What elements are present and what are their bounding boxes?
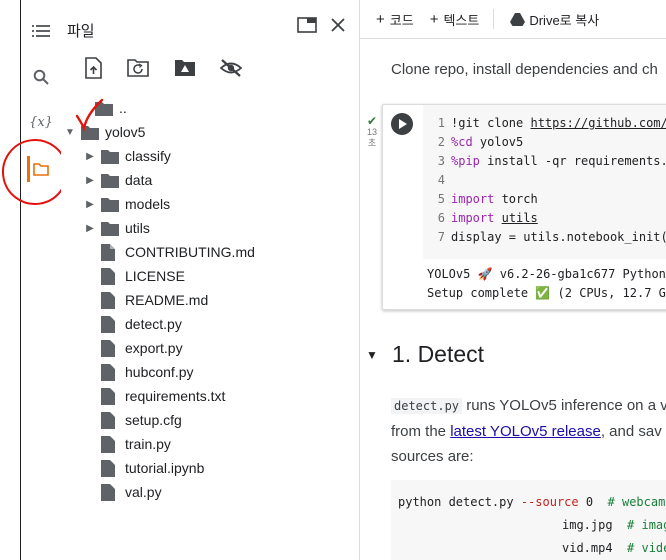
tree-item-classify[interactable]: ▶ classify [83, 144, 171, 168]
tree-item-file[interactable]: train.py [97, 432, 171, 456]
file-icon [101, 291, 119, 309]
mount-drive-icon[interactable] [173, 56, 197, 80]
tree-item-file[interactable]: val.py [97, 480, 162, 504]
tree-item-file[interactable]: requirements.txt [97, 384, 225, 408]
tree-item-file[interactable]: LICENSE [97, 264, 185, 288]
section-title: 1. Detect [392, 341, 485, 367]
close-icon[interactable] [329, 16, 347, 39]
sidebar-rail: {x} [21, 0, 61, 560]
folder-icon [101, 195, 119, 213]
hide-files-icon[interactable] [219, 56, 243, 80]
file-icon [101, 339, 119, 357]
detect-description: detect.py runs YOLOv5 inference on a v f… [391, 397, 666, 465]
file-icon [101, 459, 119, 477]
file-icon [101, 243, 119, 261]
file-icon [101, 363, 119, 381]
upload-file-icon[interactable] [81, 56, 105, 80]
files-panel: 파일 .. ▼ yolov5 ▶ classify ▶ data ▶ model… [61, 0, 360, 560]
collapsed-arrow-icon[interactable]: ▶ [83, 216, 97, 240]
folder-icon [101, 219, 119, 237]
collapsed-arrow-icon[interactable]: ▶ [83, 168, 97, 192]
file-icon [101, 411, 119, 429]
collapsed-arrow-icon[interactable]: ▶ [83, 144, 97, 168]
folder-icon [101, 171, 119, 189]
table-of-contents-icon[interactable] [21, 14, 61, 48]
tree-item-file[interactable]: export.py [97, 336, 183, 360]
tree-item-file[interactable]: README.md [97, 288, 208, 312]
tree-item-file[interactable]: hubconf.py [97, 360, 194, 384]
tree-item-file[interactable]: tutorial.ipynb [97, 456, 204, 480]
file-icon [101, 315, 119, 333]
maximize-panel-icon[interactable] [297, 16, 317, 39]
panel-title: 파일 [67, 23, 95, 40]
file-icon [101, 483, 119, 501]
tree-item-data[interactable]: ▶ data [83, 168, 152, 192]
folder-icon [101, 147, 119, 165]
section-header[interactable]: ▼ 1. Detect [366, 341, 484, 368]
variables-icon[interactable]: {x} [21, 105, 61, 139]
tree-item-file[interactable]: setup.cfg [97, 408, 182, 432]
file-icon [101, 435, 119, 453]
collapsed-arrow-icon[interactable]: ▶ [83, 192, 97, 216]
latest-release-link[interactable]: latest YOLOv5 release [450, 423, 601, 440]
file-icon [101, 387, 119, 405]
collapse-caret-icon[interactable]: ▼ [366, 348, 386, 362]
search-icon[interactable] [21, 60, 61, 94]
code-example-block: python detect.py --source 0 # webcam img… [391, 480, 666, 560]
refresh-folder-icon[interactable] [127, 56, 151, 80]
tree-item-models[interactable]: ▶ models [83, 192, 170, 216]
tree-item-file[interactable]: CONTRIBUTING.md [97, 240, 255, 264]
tree-item-utils[interactable]: ▶ utils [83, 216, 150, 240]
file-icon [101, 267, 119, 285]
tree-item-file[interactable]: detect.py [97, 312, 182, 336]
annotation-check-mark [75, 98, 104, 132]
